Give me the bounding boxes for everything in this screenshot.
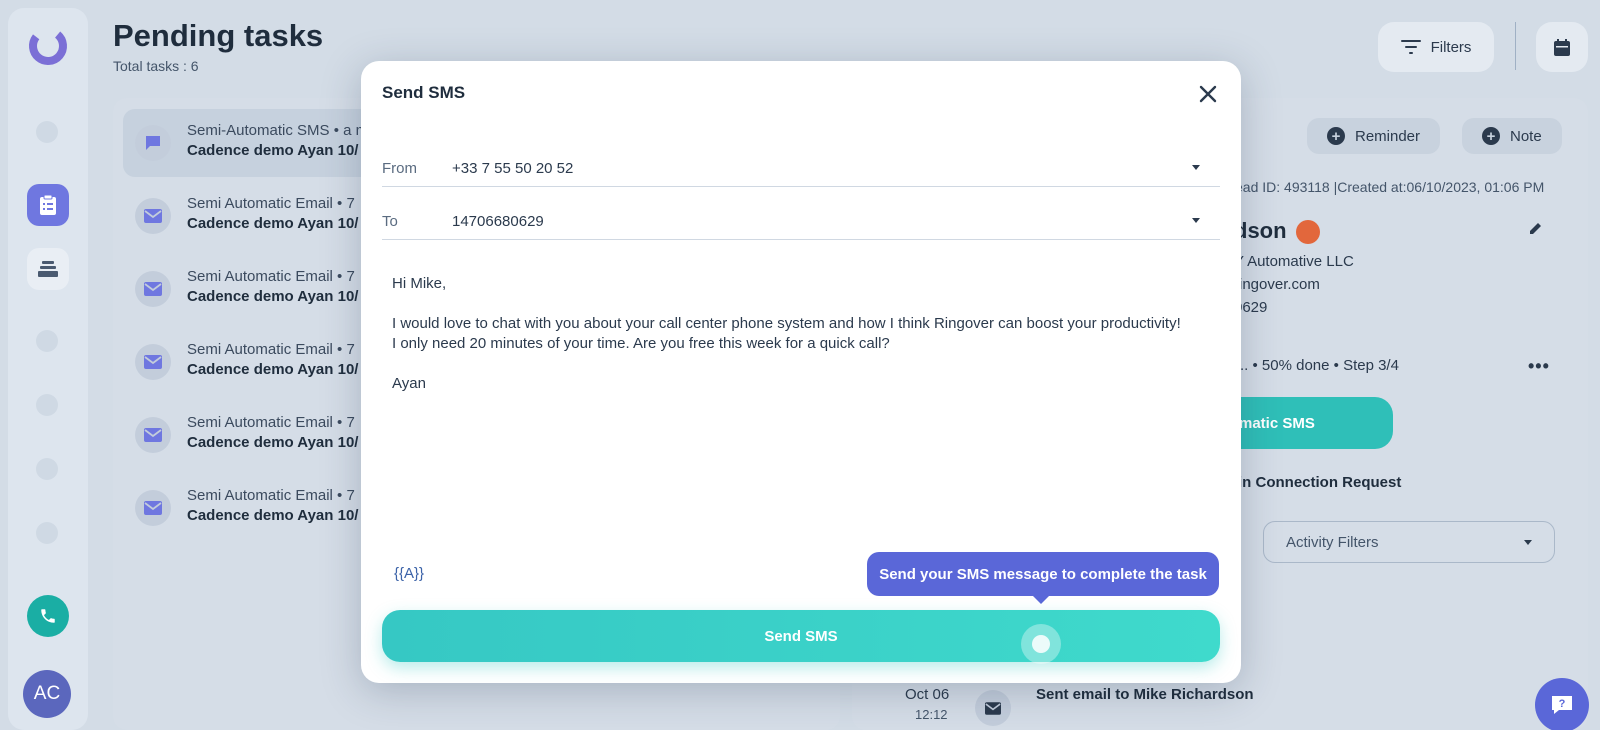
task-type: Semi Automatic Email • 7 <box>187 341 355 358</box>
stack-icon <box>38 261 58 277</box>
chat-icon <box>146 136 160 150</box>
task-name: Cadence demo Ayan 10/ <box>187 142 359 159</box>
lead-email[interactable]: ringover.com <box>1234 276 1320 293</box>
chevron-down-icon <box>1524 539 1532 545</box>
rail-nav-dot[interactable] <box>36 330 58 352</box>
more-options-icon[interactable]: ••• <box>1528 356 1550 377</box>
mail-sent-icon <box>985 701 1001 715</box>
user-avatar[interactable]: AC <box>23 670 71 718</box>
task-name: Cadence demo Ayan 10/ <box>187 215 359 232</box>
activity-date: Oct 06 <box>905 686 950 703</box>
call-button[interactable] <box>27 595 69 637</box>
total-tasks-count: Total tasks : 6 <box>113 58 199 74</box>
task-icon <box>135 125 171 161</box>
chevron-down-icon <box>1192 165 1200 170</box>
activity-title: Sent email to Mike Richardson <box>1036 686 1254 703</box>
plus-circle-icon: + <box>1327 127 1345 145</box>
message-line: Hi Mike, <box>392 275 447 292</box>
task-type: Semi Automatic Email • 7 <box>187 268 355 285</box>
mail-icon <box>144 282 162 296</box>
activity-filters-select[interactable]: Activity Filters <box>1263 521 1555 563</box>
task-type: Semi Automatic Email • 7 <box>187 195 355 212</box>
task-icon <box>135 198 171 234</box>
rail-tasks-button[interactable] <box>27 184 69 226</box>
rail-nav-dot[interactable] <box>36 121 58 143</box>
reminder-button[interactable]: + Reminder <box>1307 118 1441 154</box>
help-chat-button[interactable]: ? <box>1535 678 1589 730</box>
from-label: From <box>382 160 417 177</box>
edit-icon[interactable] <box>1528 220 1544 236</box>
chevron-down-icon <box>1192 218 1200 223</box>
left-rail: AC <box>8 8 88 730</box>
filter-icon <box>1400 40 1421 54</box>
from-value: +33 7 55 50 20 52 <box>452 160 574 177</box>
calendar-button[interactable] <box>1536 22 1588 72</box>
lead-name: dson <box>1234 218 1287 243</box>
page-title: Pending tasks <box>113 18 324 53</box>
task-type: Semi Automatic Email • 7 <box>187 414 355 431</box>
activity-time: 12:12 <box>915 707 948 722</box>
task-name: Cadence demo Ayan 10/ <box>187 361 359 378</box>
task-type: Semi-Automatic SMS • a m <box>187 122 369 139</box>
task-name: Cadence demo Ayan 10/ <box>187 434 359 451</box>
note-button[interactable]: + Note <box>1462 118 1562 154</box>
to-field[interactable]: To 14706680629 <box>382 188 1220 240</box>
integration-badge-icon <box>1296 220 1320 244</box>
next-step-text: in Connection Request <box>1238 474 1402 491</box>
message-line: I only need 20 minutes of your time. Are… <box>392 335 890 352</box>
filters-label: Filters <box>1430 38 1472 56</box>
task-icon <box>135 271 171 307</box>
note-label: Note <box>1510 127 1542 145</box>
task-icon <box>135 417 171 453</box>
app-logo[interactable] <box>28 26 68 66</box>
phone-icon <box>41 609 55 623</box>
mail-icon <box>144 355 162 369</box>
help-icon: ? <box>1552 696 1572 714</box>
activity-icon <box>975 690 1011 726</box>
task-icon <box>135 490 171 526</box>
header-divider <box>1515 22 1516 70</box>
plus-circle-icon: + <box>1482 127 1500 145</box>
message-line: Ayan <box>392 375 426 392</box>
guide-tooltip: Send your SMS message to complete the ta… <box>867 552 1219 604</box>
send-sms-button[interactable]: Send SMS <box>382 610 1220 662</box>
to-label: To <box>382 213 398 230</box>
calendar-icon <box>1554 38 1570 56</box>
message-line: I would love to chat with you about your… <box>392 315 1181 332</box>
click-hint-pulse <box>1021 624 1061 664</box>
svg-text:?: ? <box>1559 698 1566 710</box>
mail-icon <box>144 428 162 442</box>
modal-title: Send SMS <box>382 83 466 102</box>
lead-meta: ead ID: 493118 |Created at:06/10/2023, 0… <box>1235 179 1545 195</box>
rail-nav-dot[interactable] <box>36 394 58 416</box>
mail-icon <box>144 501 162 515</box>
clipboard-icon <box>40 194 56 215</box>
reminder-label: Reminder <box>1355 127 1421 145</box>
lead-company: Y Automative LLC <box>1234 253 1354 270</box>
rail-nav-dot[interactable] <box>36 522 58 544</box>
task-type: Semi Automatic Email • 7 <box>187 487 355 504</box>
task-name: Cadence demo Ayan 10/ <box>187 507 359 524</box>
task-name: Cadence demo Ayan 10/ <box>187 288 359 305</box>
to-value: 14706680629 <box>452 213 544 230</box>
cadence-progress: .. • 50% done • Step 3/4 <box>1240 357 1399 374</box>
task-icon <box>135 344 171 380</box>
message-body-textarea[interactable]: Hi Mike, I would love to chat with you a… <box>392 274 1212 414</box>
insert-variable-button[interactable]: {{A}} <box>394 565 424 582</box>
mail-icon <box>144 209 162 223</box>
activity-filters-label: Activity Filters <box>1286 533 1379 551</box>
from-field[interactable]: From +33 7 55 50 20 52 <box>382 135 1220 187</box>
send-sms-modal: Send SMS From +33 7 55 50 20 52 To 14706… <box>361 61 1241 683</box>
filters-button[interactable]: Filters <box>1378 22 1494 72</box>
rail-inbox-button[interactable] <box>27 248 69 290</box>
close-icon[interactable] <box>1197 83 1219 105</box>
rail-nav-dot[interactable] <box>36 458 58 480</box>
